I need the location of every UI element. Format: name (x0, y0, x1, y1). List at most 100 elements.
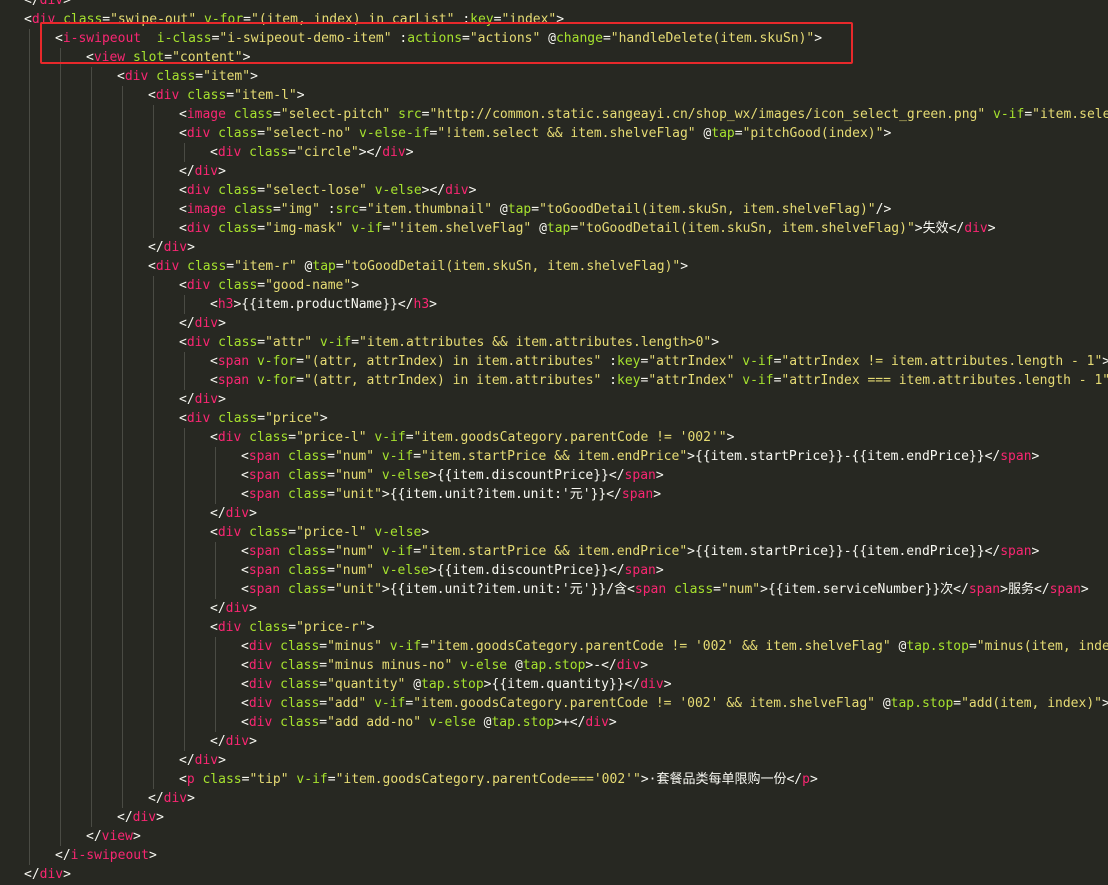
code-token: < (241, 449, 249, 464)
code-token: = (351, 335, 360, 350)
code-line: <div class="price-l" v-if="item.goodsCat… (0, 428, 1108, 447)
indent-guide (60, 238, 61, 257)
indent-guide (122, 694, 123, 713)
code-token: >服务</ (1000, 582, 1050, 597)
code-line: <div class="price-l" v-else> (0, 523, 1108, 542)
code-token: "add add-no" (327, 715, 422, 730)
code-token: "unit" (334, 487, 382, 502)
code-token: class (218, 183, 258, 198)
code-token: : (601, 354, 618, 369)
code-token: @ (875, 696, 891, 711)
code-token: = (335, 259, 344, 274)
code-token: image (186, 202, 226, 217)
code-text: <div class="quantity" @tap.stop>{{item.q… (241, 675, 672, 694)
indent-guide (91, 371, 92, 390)
code-token: >{{item.productName}}</ (233, 297, 414, 312)
code-token: >{{item.startPrice}}-{{item.endPrice}}</ (687, 544, 1001, 559)
code-token: v-else (374, 183, 422, 198)
indent-guide (91, 428, 92, 447)
indent-guide (60, 67, 61, 86)
code-token: "item.goodsCategory.parentCode != '002'" (413, 430, 727, 445)
code-token: "minus minus-no" (327, 658, 453, 673)
code-token: < (210, 430, 218, 445)
code-token: < (241, 544, 249, 559)
code-text: </div> (117, 808, 164, 827)
code-token: = (288, 525, 297, 540)
code-token: v-if (381, 544, 414, 559)
indent-guide (184, 675, 185, 694)
code-text: </div> (148, 238, 195, 257)
code-text: <div class="good-name"> (179, 276, 359, 295)
indent-guide (153, 219, 154, 238)
code-editor[interactable]: </div> <div class="swipe-out" v-for="(ite… (0, 0, 1108, 885)
indent-guide (122, 618, 123, 637)
code-token: "item.startPrice && item.endPrice" (421, 544, 688, 559)
code-token: key (470, 12, 494, 27)
indent-guide (122, 200, 123, 219)
code-token: "toGoodDetail(item.skuSn, item.shelveFla… (343, 259, 681, 274)
code-token: = (327, 582, 335, 597)
code-token: "add(item, index)" (961, 696, 1102, 711)
code-token: = (257, 411, 266, 426)
code-text: <i-swipeout i-class = "i-swipeout-demo-ite… (55, 29, 822, 48)
code-token: "item-r" (234, 259, 297, 274)
code-token: div (217, 430, 242, 445)
code-token: class (218, 335, 258, 350)
indent-guide (60, 637, 61, 656)
indent-guide (91, 466, 92, 485)
indent-guide (91, 713, 92, 732)
code-token: > (608, 715, 617, 730)
code-token: "toGoodDetail(item.skuSn, item.shelveFla… (578, 221, 915, 236)
code-token: div (186, 335, 211, 350)
code-token: span (217, 373, 250, 388)
code-text: <div class="add" v-if="item.goodsCategor… (241, 694, 1108, 713)
code-token: "item.startPrice && item.endPrice" (421, 449, 688, 464)
indent-guide (153, 124, 154, 143)
indent-guide (122, 390, 123, 409)
code-token: : (601, 373, 618, 388)
code-token: = (405, 430, 414, 445)
indent-guide (122, 314, 123, 333)
indent-guide (153, 561, 154, 580)
code-token: < (24, 12, 32, 27)
code-token: span (248, 582, 281, 597)
code-token: "num" (334, 544, 375, 559)
code-token: "num" (334, 468, 375, 483)
code-token: div (186, 126, 211, 141)
code-token: span (634, 582, 667, 597)
code-text: <h3>{{item.productName}}</h3> (210, 295, 437, 314)
indent-guide (184, 504, 185, 523)
code-token: = (359, 202, 367, 217)
indent-guide (60, 770, 61, 789)
code-token: div (186, 278, 211, 293)
code-token: < (241, 582, 249, 597)
code-text: <div class="item"> (117, 67, 258, 86)
code-token: div (217, 145, 242, 160)
code-token: "attrIndex" (648, 354, 735, 369)
code-token: ></ (358, 145, 383, 160)
code-token: = (243, 12, 251, 27)
indent-guide (153, 200, 154, 219)
code-line: </div> (0, 751, 1108, 770)
code-text: <div class="minus minus-no" v-else @tap.… (241, 656, 648, 675)
code-text: <div class="price-l" v-if="item.goodsCat… (210, 428, 734, 447)
code-token: class (156, 69, 196, 84)
code-token: span (248, 468, 281, 483)
code-token: div (124, 69, 149, 84)
code-token: v-if (993, 107, 1025, 122)
code-token: < (241, 658, 249, 673)
code-token: = (288, 620, 297, 635)
code-token: >+</ (554, 715, 586, 730)
code-token: class (280, 677, 320, 692)
indent-guide (29, 447, 30, 466)
code-token: = (226, 259, 235, 274)
code-token: div (163, 240, 188, 255)
code-token: < (148, 88, 156, 103)
code-token: p (186, 772, 195, 787)
code-token: > (249, 601, 257, 616)
indent-guide (215, 466, 216, 485)
